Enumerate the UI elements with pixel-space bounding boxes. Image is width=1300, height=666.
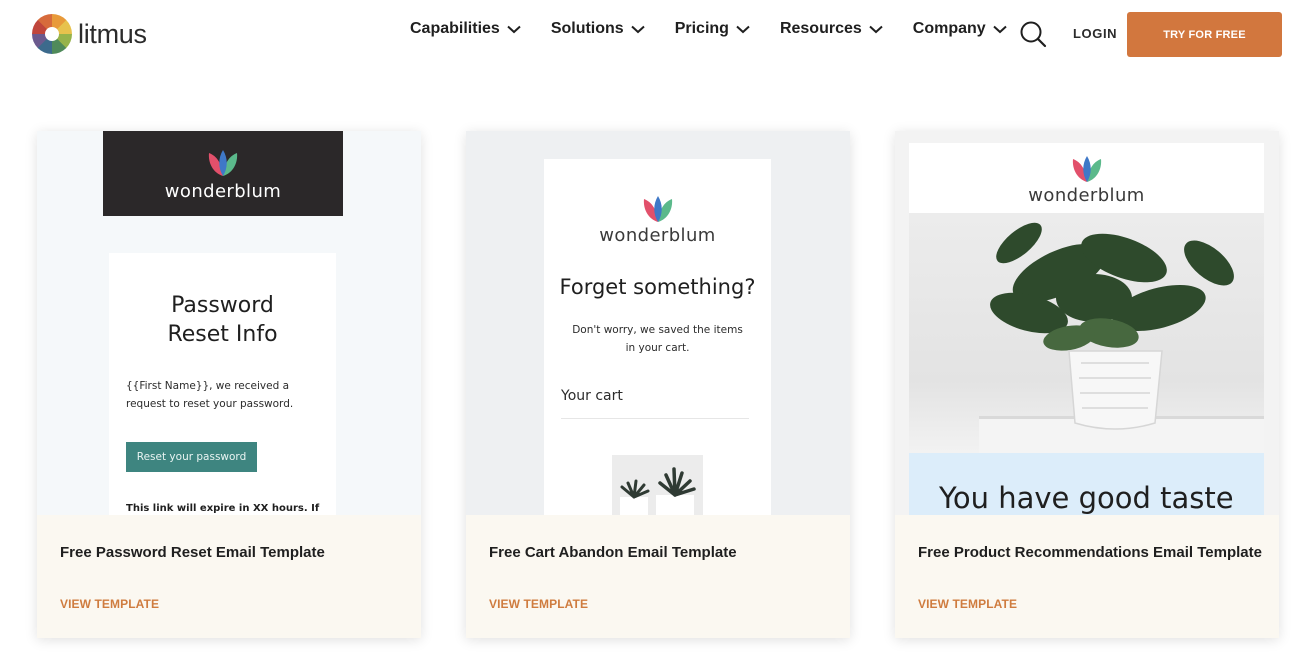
email-text: {{First Name}}, we received a request to…: [126, 380, 294, 410]
chevron-down-icon: [507, 25, 521, 33]
login-link[interactable]: LOGIN: [1073, 26, 1117, 41]
cart-label: Your cart: [561, 388, 623, 404]
wonderblum-logo-icon: [1072, 156, 1101, 182]
email-body: wonderblum Forget something? Don't worry…: [544, 159, 771, 515]
cart-product-image: [612, 455, 703, 515]
email-header-band: wonderblum: [103, 131, 343, 216]
nav-label: Capabilities: [410, 20, 500, 37]
view-template-link[interactable]: VIEW TEMPLATE: [489, 597, 588, 611]
nav-capabilities[interactable]: Capabilities: [410, 20, 521, 38]
site-header: litmus Capabilities Solutions Pricing Re…: [0, 0, 1300, 68]
email-brand: wonderblum: [599, 225, 716, 246]
nav-company[interactable]: Company: [913, 20, 1007, 38]
nav-label: Resources: [779, 20, 862, 37]
email-brand: wonderblum: [164, 181, 282, 202]
logo-text: litmus: [78, 18, 147, 49]
nav-resources[interactable]: Resources: [780, 20, 883, 38]
email-footer-text: This link will expire in XX hours. If: [126, 503, 320, 514]
succulents-illustration: [620, 467, 696, 515]
nav-label: Solutions: [550, 20, 624, 37]
template-card-product-recommendations[interactable]: wonderblum You have good taste Free Prod…: [895, 131, 1279, 638]
try-for-free-button[interactable]: TRY FOR FREE: [1127, 12, 1282, 57]
card-footer: Free Cart Abandon Email Template VIEW TE…: [466, 515, 850, 638]
reset-password-button: Reset your password: [126, 442, 257, 472]
chevron-down-icon: [736, 25, 750, 33]
nav-label: Company: [912, 20, 986, 37]
card-footer: Free Product Recommendations Email Templ…: [895, 515, 1279, 638]
main-nav: Capabilities Solutions Pricing Resources…: [410, 20, 1037, 38]
search-button[interactable]: [1019, 20, 1047, 48]
email-header-band: wonderblum: [909, 143, 1264, 213]
chevron-down-icon: [992, 25, 1007, 33]
email-heading: Forget something?: [559, 275, 756, 299]
nav-solutions[interactable]: Solutions: [551, 20, 645, 38]
nav-pricing[interactable]: Pricing: [675, 20, 750, 38]
card-title: Free Cart Abandon Email Template: [489, 544, 737, 561]
wonderblum-logo-icon: [208, 150, 238, 176]
chevron-down-icon: [869, 25, 883, 33]
email-heading: Password Reset Info: [109, 291, 336, 349]
email-heading: You have good taste: [939, 481, 1234, 515]
email-heading-line: Reset Info: [167, 322, 278, 347]
potted-plant-illustration: [979, 222, 1264, 453]
email-body: Password Reset Info {{First Name}}, we r…: [109, 253, 336, 515]
litmus-logo-icon: [32, 14, 72, 54]
divider: [561, 418, 749, 419]
wonderblum-logo-icon: [643, 196, 672, 222]
chevron-down-icon: [631, 25, 645, 33]
email-heading-line: Password: [171, 293, 274, 318]
litmus-logo[interactable]: litmus: [32, 14, 147, 54]
email-heading-band: You have good taste: [909, 453, 1264, 515]
card-footer: Free Password Reset Email Template VIEW …: [37, 515, 421, 638]
card-title: Free Product Recommendations Email Templ…: [918, 544, 1262, 561]
email-text: Don't worry, we saved the items in your …: [572, 324, 743, 354]
card-title: Free Password Reset Email Template: [60, 544, 325, 561]
email-brand: wonderblum: [1028, 185, 1145, 206]
search-icon: [1020, 21, 1047, 48]
nav-label: Pricing: [674, 20, 729, 37]
template-preview: wonderblum Forget something? Don't worry…: [466, 131, 850, 515]
template-preview: wonderblum You have good taste: [895, 131, 1279, 515]
view-template-link[interactable]: VIEW TEMPLATE: [60, 597, 159, 611]
template-preview: wonderblum Password Reset Info {{First N…: [37, 131, 421, 515]
template-card-cart-abandon[interactable]: wonderblum Forget something? Don't worry…: [466, 131, 850, 638]
template-card-password-reset[interactable]: wonderblum Password Reset Info {{First N…: [37, 131, 421, 638]
plant-photo: [909, 213, 1264, 453]
view-template-link[interactable]: VIEW TEMPLATE: [918, 597, 1017, 611]
